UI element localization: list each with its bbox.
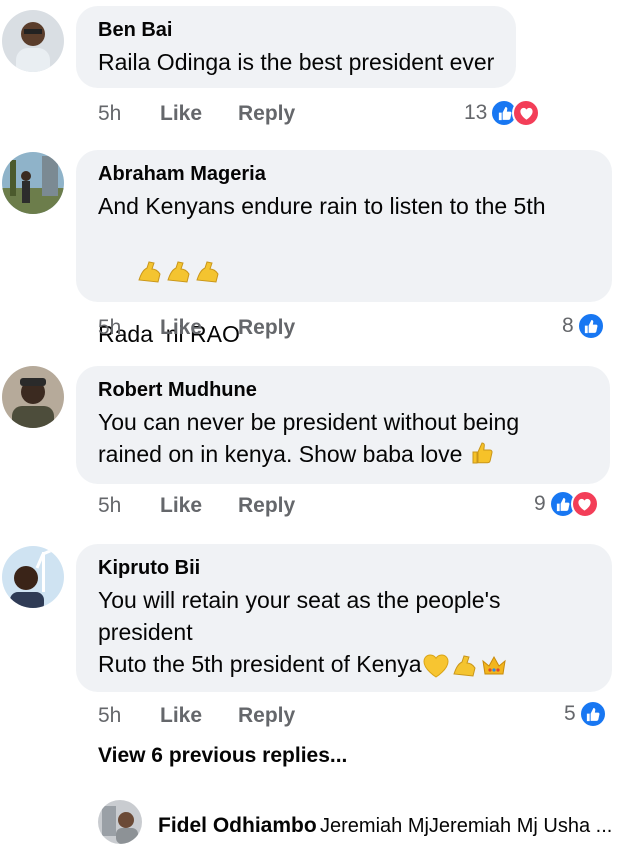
like-button[interactable]: Like bbox=[160, 494, 202, 518]
love-icon bbox=[570, 490, 599, 518]
comment-text-line-1: You can never be president without being bbox=[98, 409, 520, 435]
reaction-summary[interactable]: 9 bbox=[534, 490, 599, 518]
comment-text-line-2: president bbox=[98, 619, 193, 645]
crown-emoji bbox=[481, 655, 506, 675]
reaction-summary[interactable]: 8 bbox=[562, 312, 605, 340]
reaction-summary[interactable]: 13 bbox=[464, 99, 541, 127]
comment-text-line-3: Ruto the 5th president of Kenya bbox=[98, 648, 590, 680]
avatar[interactable] bbox=[2, 10, 64, 72]
reply-text: Jeremiah MjJeremiah Mj Usha ... bbox=[320, 815, 613, 837]
comment-text-line-1: You will retain your seat as the people'… bbox=[98, 587, 501, 613]
like-button[interactable]: Like bbox=[160, 102, 202, 126]
like-button[interactable]: Like bbox=[160, 316, 202, 340]
yellow-heart-emoji bbox=[422, 654, 449, 678]
comment-author[interactable]: Robert Mudhune bbox=[98, 378, 588, 402]
comment-bubble: Kipruto Bii You will retain your seat as… bbox=[76, 544, 612, 692]
comment-time[interactable]: 5h bbox=[98, 494, 121, 518]
comment-text-segment: rained on in kenya. Show baba love bbox=[98, 441, 463, 467]
avatar[interactable] bbox=[2, 152, 64, 214]
comment-author[interactable]: Kipruto Bii bbox=[98, 556, 590, 580]
flexed-biceps-emoji bbox=[452, 655, 476, 677]
reaction-count: 9 bbox=[534, 492, 546, 515]
reply-button[interactable]: Reply bbox=[238, 494, 295, 518]
flexed-biceps-emoji bbox=[196, 261, 219, 283]
reply-button[interactable]: Reply bbox=[238, 704, 295, 728]
avatar[interactable] bbox=[98, 800, 142, 844]
emoji-row bbox=[98, 222, 590, 318]
like-icon bbox=[576, 312, 605, 340]
avatar[interactable] bbox=[2, 546, 64, 608]
like-icon bbox=[578, 700, 607, 728]
latest-reply-preview[interactable]: Fidel Odhiambo Jeremiah MjJeremiah Mj Us… bbox=[98, 800, 636, 844]
comment-text-line-2: rained on in kenya. Show baba love bbox=[98, 438, 588, 470]
like-button[interactable]: Like bbox=[160, 704, 202, 728]
reaction-count: 8 bbox=[562, 314, 574, 337]
reply-button[interactable]: Reply bbox=[238, 102, 295, 126]
reaction-count: 13 bbox=[464, 101, 488, 124]
comment-time[interactable]: 5h bbox=[98, 102, 121, 126]
love-icon bbox=[512, 99, 541, 127]
comment-bubble: Robert Mudhune You can never be presiden… bbox=[76, 366, 610, 484]
view-previous-replies-link[interactable]: View 6 previous replies... bbox=[98, 744, 347, 768]
comment-time[interactable]: 5h bbox=[98, 704, 121, 728]
comment-bubble: Ben Bai Raila Odinga is the best preside… bbox=[76, 6, 517, 88]
flexed-biceps-emoji bbox=[167, 261, 190, 283]
flexed-biceps-emoji bbox=[138, 261, 161, 283]
comment-author[interactable]: Abraham Mageria bbox=[98, 162, 590, 186]
thumbs-up-emoji bbox=[472, 442, 493, 464]
comment-text: Raila Odinga is the best president ever bbox=[98, 49, 495, 75]
reply-button[interactable]: Reply bbox=[238, 316, 295, 340]
reply-author[interactable]: Fidel Odhiambo bbox=[158, 814, 317, 838]
reaction-count: 5 bbox=[564, 702, 576, 725]
comment-time[interactable]: 5h bbox=[98, 316, 121, 340]
comment-text-segment: Ruto the 5th president of Kenya bbox=[98, 651, 422, 677]
comment-bubble: Abraham Mageria And Kenyans endure rain … bbox=[76, 150, 612, 347]
avatar[interactable] bbox=[2, 366, 64, 428]
reaction-summary[interactable]: 5 bbox=[564, 700, 607, 728]
comment-text-line-1: And Kenyans endure rain to listen to the… bbox=[98, 193, 546, 219]
comment-author[interactable]: Ben Bai bbox=[98, 18, 494, 42]
